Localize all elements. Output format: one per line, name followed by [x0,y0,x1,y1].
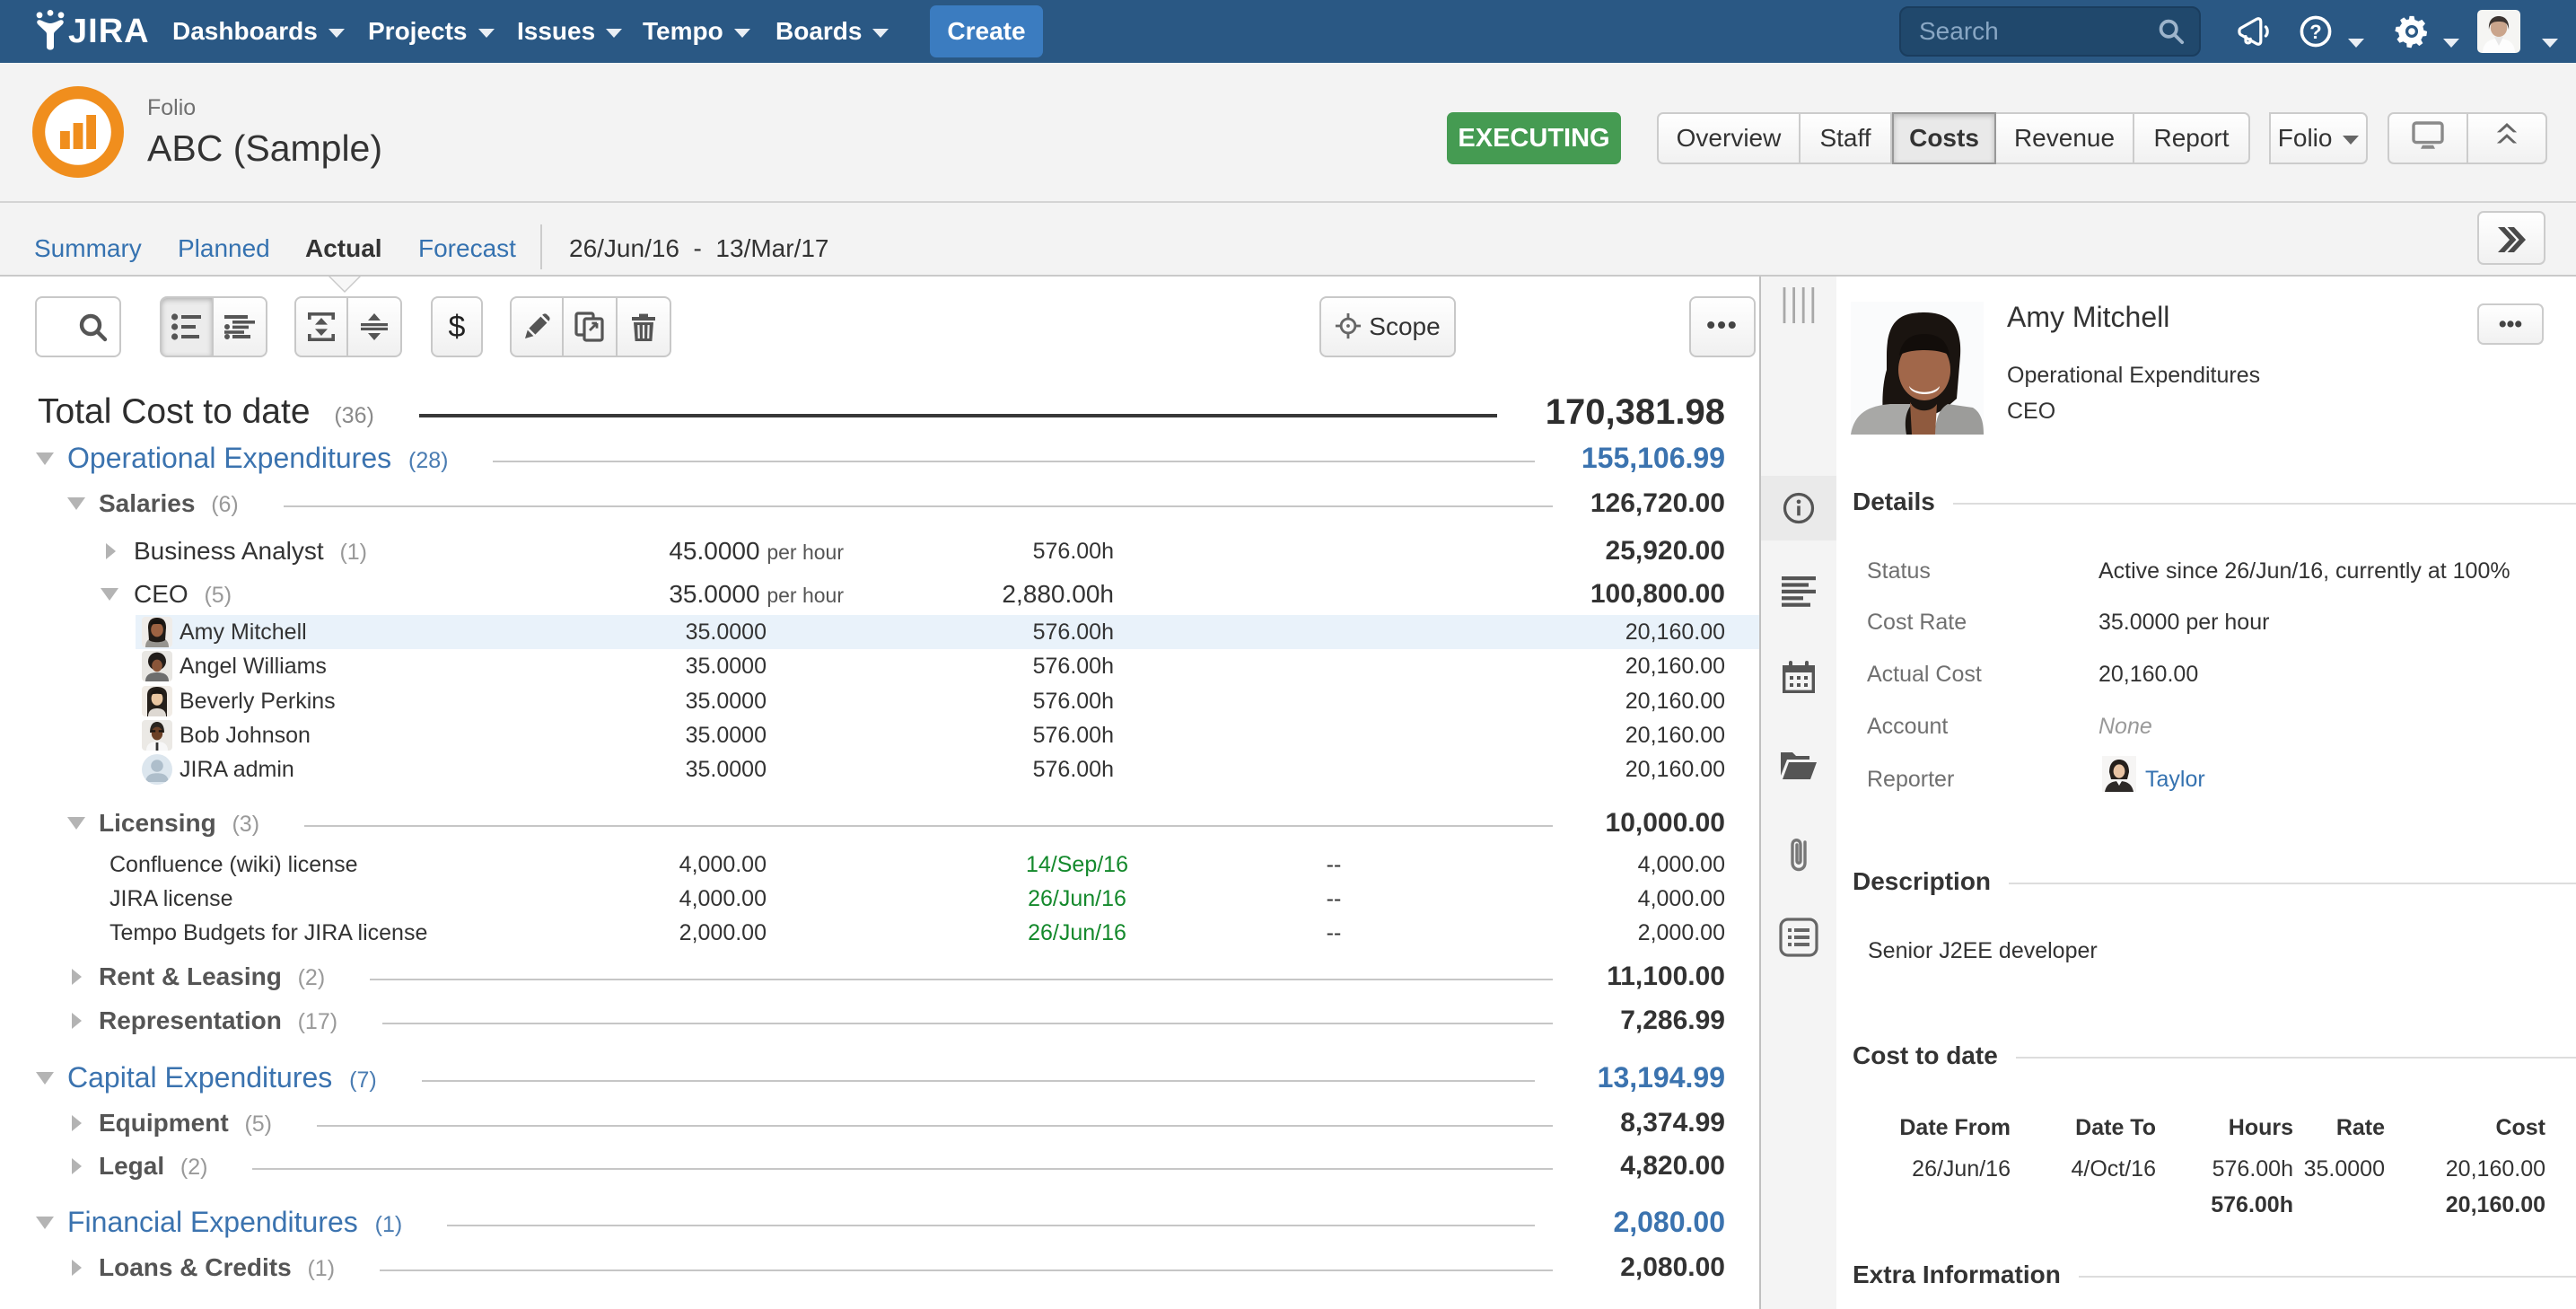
svg-text:?: ? [2309,21,2321,43]
